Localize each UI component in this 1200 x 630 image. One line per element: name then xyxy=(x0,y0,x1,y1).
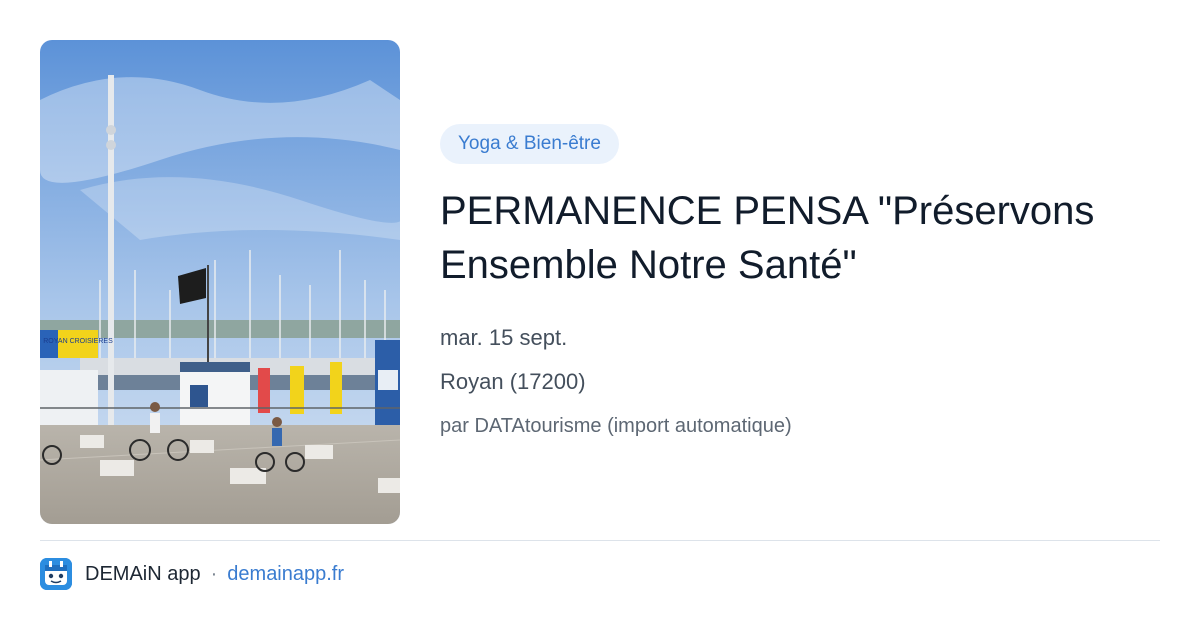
footer: DEMAiN app · demainapp.fr xyxy=(40,558,344,590)
site-link[interactable]: demainapp.fr xyxy=(227,563,344,586)
harbor-photo: ROYAN CROISIERES xyxy=(40,40,400,524)
category-badge[interactable]: Yoga & Bien-être xyxy=(440,124,619,164)
app-name: DEMAiN app xyxy=(85,562,201,585)
footer-separator: · xyxy=(210,562,218,585)
event-author: par DATAtourisme (import automatique) xyxy=(440,415,792,437)
event-details: Yoga & Bien-être PERMANENCE PENSA "Prése… xyxy=(440,124,1160,448)
event-location: Royan (17200) xyxy=(440,369,586,394)
event-meta: mar. 15 sept. Royan (17200) par DATAtour… xyxy=(440,316,1160,448)
event-date: mar. 15 sept. xyxy=(440,325,568,350)
sign-royan: ROYAN CROISIERES xyxy=(43,338,113,345)
event-image[interactable]: ROYAN CROISIERES xyxy=(40,40,400,524)
footer-divider xyxy=(40,540,1160,541)
event-title[interactable]: PERMANENCE PENSA "Préservons Ensemble No… xyxy=(440,184,1160,292)
demain-app-logo-icon xyxy=(40,558,72,590)
